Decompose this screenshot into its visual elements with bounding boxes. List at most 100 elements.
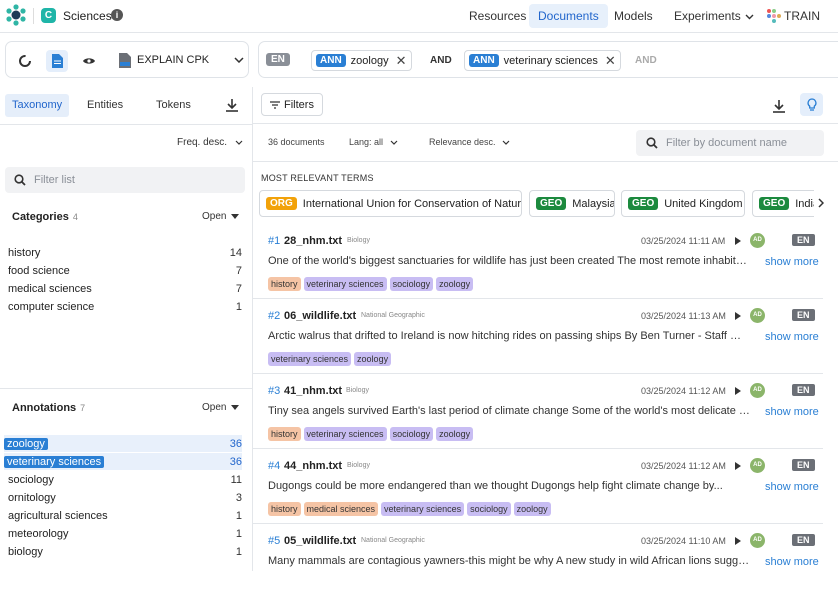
download-icon[interactable] — [772, 99, 786, 113]
document-name[interactable]: 41_nhm.txt — [284, 385, 342, 397]
nav-models[interactable]: Models — [605, 4, 662, 28]
tab-tokens[interactable]: Tokens — [149, 94, 198, 117]
document-row[interactable]: #4 44_nhm.txt Biology 03/25/2024 11:12 A… — [253, 449, 823, 524]
category-item[interactable]: food science 7 — [8, 262, 242, 279]
document-row[interactable]: #1 28_nhm.txt Biology 03/25/2024 11:11 A… — [253, 224, 823, 299]
top-bar: C Sciences i Resources Documents Models … — [0, 0, 838, 33]
annotation-item[interactable]: ornitology 3 — [8, 489, 242, 506]
document-row[interactable]: #5 05_wildlife.txt National Geographic 0… — [253, 524, 823, 599]
document-rank: #5 — [268, 535, 281, 547]
tab-entities[interactable]: Entities — [80, 94, 130, 117]
annotation-item[interactable]: zoology 36 — [4, 435, 242, 452]
category-item[interactable]: medical sciences 7 — [8, 280, 242, 297]
nav-resources[interactable]: Resources — [460, 4, 535, 28]
tag-history[interactable]: history — [268, 427, 301, 441]
most-relevant-terms-label: MOST RELEVANT TERMS — [261, 173, 374, 183]
relevance-sort-dropdown[interactable]: Relevance desc. — [429, 137, 510, 147]
add-operator-input[interactable]: AND — [635, 55, 657, 66]
nav-documents[interactable]: Documents — [529, 4, 608, 28]
document-name[interactable]: 06_wildlife.txt — [284, 310, 356, 322]
relevant-term-chip[interactable]: GEO United Kingdom — [621, 190, 745, 217]
document-tags: history veterinary sciences sociology zo… — [268, 427, 474, 441]
tag-history[interactable]: history — [268, 502, 301, 516]
relevant-term-chip[interactable]: ORG International Union for Conservation… — [259, 190, 522, 217]
document-name-filter-input[interactable]: Filter by document name — [636, 130, 824, 156]
app-logo-icon[interactable] — [5, 4, 27, 26]
annotation-item[interactable]: agricultural sciences 1 — [8, 507, 242, 524]
tag-veterinary-sciences[interactable]: veterinary sciences — [381, 502, 465, 516]
query-language-badge[interactable]: EN — [266, 53, 290, 66]
category-item[interactable]: computer science 1 — [8, 298, 242, 315]
show-more-link[interactable]: show more — [765, 331, 819, 343]
show-more-link[interactable]: show more — [765, 256, 819, 268]
divider — [0, 388, 253, 389]
tag-zoology[interactable]: zoology — [436, 277, 474, 291]
play-icon[interactable] — [735, 537, 741, 545]
view-toolbar: EXPLAIN CPK — [5, 41, 249, 78]
tag-sociology[interactable]: sociology — [467, 502, 511, 516]
tag-veterinary-sciences[interactable]: veterinary sciences — [303, 427, 387, 441]
preview-button[interactable] — [78, 50, 100, 72]
avatar: AD — [750, 233, 765, 248]
relevant-term-chip[interactable]: GEO India — [752, 190, 814, 217]
term-tag: GEO — [759, 197, 790, 210]
chevron-right-icon[interactable] — [818, 198, 824, 208]
show-more-link[interactable]: show more — [765, 556, 819, 568]
document-source: Biology — [346, 387, 369, 394]
document-name[interactable]: 05_wildlife.txt — [284, 535, 356, 547]
download-icon[interactable] — [225, 98, 239, 112]
filters-label: Filters — [284, 98, 314, 111]
model-label: EXPLAIN CPK — [137, 54, 210, 66]
relevant-term-chip[interactable]: GEO Malaysia — [529, 190, 615, 217]
item-label: zoology — [4, 437, 48, 450]
tag-sociology[interactable]: sociology — [389, 277, 434, 291]
tag-zoology[interactable]: zoology — [513, 502, 551, 516]
annotation-item[interactable]: veterinary sciences 36 — [4, 453, 242, 470]
tag-zoology[interactable]: zoology — [436, 427, 474, 441]
annotation-item[interactable]: biology 1 — [8, 543, 242, 560]
info-icon[interactable]: i — [111, 9, 123, 21]
document-name[interactable]: 28_nhm.txt — [284, 235, 342, 247]
document-view-button[interactable] — [46, 50, 68, 72]
language-badge: EN — [792, 534, 815, 546]
sort-dropdown[interactable]: Freq. desc. — [177, 137, 243, 148]
refresh-button[interactable] — [14, 50, 36, 72]
left-panel: Taxonomy Entities Tokens Freq. desc. Fil… — [0, 87, 253, 571]
close-icon[interactable]: ✕ — [396, 53, 407, 69]
annotation-item[interactable]: meteorology 1 — [8, 525, 242, 542]
tag-medical-sciences[interactable]: medical sciences — [303, 502, 379, 516]
show-more-link[interactable]: show more — [765, 481, 819, 493]
train-menu[interactable]: TRAIN — [760, 4, 829, 28]
tag-veterinary-sciences[interactable]: veterinary sciences — [268, 352, 352, 366]
document-row[interactable]: #2 06_wildlife.txt National Geographic 0… — [253, 299, 823, 374]
filter-list-input[interactable]: Filter list — [5, 167, 245, 193]
tag-history[interactable]: history — [268, 277, 301, 291]
operator-and[interactable]: AND — [430, 55, 452, 66]
language-badge: EN — [792, 384, 815, 396]
document-name[interactable]: 44_nhm.txt — [284, 460, 342, 472]
close-icon[interactable]: ✕ — [605, 53, 616, 69]
category-item[interactable]: history 14 — [8, 244, 242, 261]
item-label: medical sciences — [8, 282, 92, 295]
annotations-open-dropdown[interactable]: Open — [202, 402, 240, 413]
annotation-item[interactable]: sociology 11 — [8, 471, 242, 488]
document-row[interactable]: #3 41_nhm.txt Biology 03/25/2024 11:12 A… — [253, 374, 823, 449]
language-filter-dropdown[interactable]: Lang: all — [349, 137, 398, 147]
categories-open-dropdown[interactable]: Open — [202, 211, 240, 222]
tag-zoology[interactable]: zoology — [354, 352, 392, 366]
insights-button[interactable] — [800, 93, 823, 116]
item-label: biology — [8, 545, 43, 558]
play-icon[interactable] — [735, 462, 741, 470]
document-date: 03/25/2024 11:13 AM — [641, 311, 726, 321]
item-count: 36 — [229, 437, 242, 450]
show-more-link[interactable]: show more — [765, 406, 819, 418]
play-icon[interactable] — [735, 312, 741, 320]
tag-sociology[interactable]: sociology — [389, 427, 434, 441]
filters-button[interactable]: Filters — [261, 93, 323, 116]
play-icon[interactable] — [735, 387, 741, 395]
tag-veterinary-sciences[interactable]: veterinary sciences — [303, 277, 387, 291]
nav-experiments[interactable]: Experiments — [665, 4, 763, 28]
model-selector[interactable]: EXPLAIN CPK — [119, 49, 244, 71]
tab-taxonomy[interactable]: Taxonomy — [5, 94, 70, 117]
play-icon[interactable] — [735, 237, 741, 245]
